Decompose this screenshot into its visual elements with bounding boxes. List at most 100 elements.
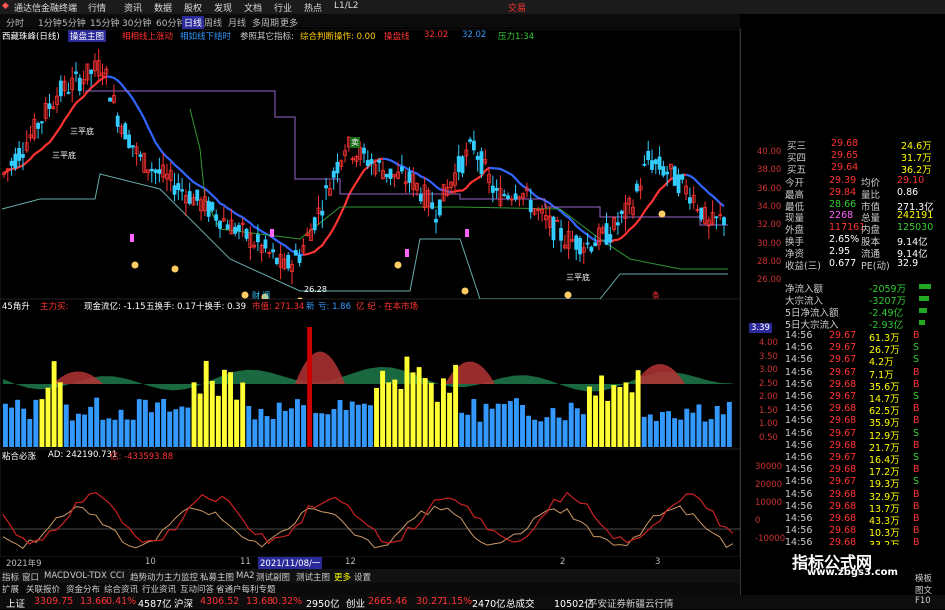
template-tab[interactable]: 模板 xyxy=(915,572,932,584)
subtab-related[interactable]: 关联报价 xyxy=(26,583,60,595)
candle-body xyxy=(123,123,128,140)
quote-panel: 40.00 38.00 36.00 34.00 32.00 30.00 28.00 26.00… xyxy=(740,28,945,603)
menu-discover[interactable]: 发现 xyxy=(214,1,232,14)
tick-side: B xyxy=(913,403,920,415)
period-1min[interactable]: 1分钟 xyxy=(38,16,62,29)
tab-more[interactable]: 更多 xyxy=(334,571,351,583)
period-intraday[interactable]: 分时 xyxy=(6,16,24,29)
candle-body xyxy=(225,224,230,230)
period-15min[interactable]: 15分钟 xyxy=(90,16,119,29)
subtab-fund[interactable]: 资金分布 xyxy=(66,583,100,595)
period-multi[interactable]: 多周期 xyxy=(252,16,279,29)
ind-item-3: 综合判断操作: 0.00 xyxy=(300,32,376,42)
period-5min[interactable]: 5分钟 xyxy=(62,16,86,29)
menu-docs[interactable]: 文档 xyxy=(244,1,262,14)
signal-dot xyxy=(658,210,666,218)
candle-body xyxy=(699,207,704,220)
tab-private[interactable]: 私募主图 xyxy=(200,571,234,583)
period-monthly[interactable]: 月线 xyxy=(228,16,246,29)
candle-body xyxy=(680,174,685,180)
menu-market[interactable]: 行情 xyxy=(88,1,106,14)
f10-tab[interactable]: 图文F10 xyxy=(915,584,945,606)
sub1-axis-label: 2.00 xyxy=(759,392,778,402)
support-line xyxy=(1,173,728,299)
tick-time: 14:56 xyxy=(785,391,813,402)
candlestick-chart[interactable] xyxy=(0,29,740,299)
candle-body xyxy=(642,163,647,166)
subtab-special[interactable]: 省通户每利专题 xyxy=(216,583,276,595)
candle-body xyxy=(551,216,556,241)
status-bar: 上证 3309.75 13.66 0.41% 4587亿 沪深 4306.52 13.68 0.… xyxy=(0,595,945,610)
volume-bar xyxy=(428,382,434,447)
candle-body xyxy=(130,145,135,148)
menu-hotspot[interactable]: 热点 xyxy=(304,1,322,14)
tab-settings[interactable]: 设置 xyxy=(354,571,371,583)
subtab-extend[interactable]: 扩展 xyxy=(2,583,19,595)
sub2-item-1: 亿: -433593.88 xyxy=(110,452,174,462)
volume-bar xyxy=(526,415,532,447)
tab-window[interactable]: 窗口 xyxy=(22,571,39,583)
candle-body xyxy=(479,151,484,175)
stat-value: 2.95 xyxy=(829,245,851,257)
status-item: 沪深 xyxy=(174,599,194,610)
menu-level[interactable]: L1/L2 xyxy=(334,1,359,11)
tab-test-main[interactable]: 测试主图 xyxy=(296,571,330,583)
tick-side: S xyxy=(913,354,920,366)
tick-price: 29.68 xyxy=(829,525,857,537)
tab-cci[interactable]: CCI xyxy=(110,571,124,581)
tick-side: S xyxy=(913,476,920,488)
tick-price: 29.67 xyxy=(829,330,857,341)
candle-body xyxy=(665,171,670,175)
volume-bar xyxy=(611,385,617,447)
tab-vol[interactable]: VOL-TDX xyxy=(70,571,107,581)
sub2-axis-label: 10000 xyxy=(755,498,783,508)
main-indicator-name[interactable]: 操盘主图 xyxy=(68,30,107,42)
menu-news[interactable]: 资讯 xyxy=(124,1,142,14)
menu-industry[interactable]: 行业 xyxy=(274,1,292,14)
sub2-name[interactable]: 粘合必涨 xyxy=(2,450,36,462)
volume-bar xyxy=(556,417,562,447)
period-daily[interactable]: 日线 xyxy=(182,16,205,29)
volume-bar xyxy=(483,403,489,447)
tick-time: 14:56 xyxy=(785,513,813,524)
tab-test-sub[interactable]: 测试副图 xyxy=(256,571,290,583)
tab-macd[interactable]: MACD xyxy=(44,571,69,581)
volume-bar xyxy=(307,327,313,447)
volume-bar xyxy=(720,414,726,447)
status-item: 0.32% xyxy=(272,596,303,607)
volume-bar xyxy=(222,369,227,447)
subtab-news[interactable]: 综合资讯 xyxy=(104,583,138,595)
period-more[interactable]: 更多 xyxy=(280,16,298,29)
ad-indicator-chart[interactable] xyxy=(0,449,740,557)
volume-bar xyxy=(124,419,130,447)
volume-bar xyxy=(447,392,452,447)
ind-item-4: 操盘线 xyxy=(384,32,410,42)
tab-ma2[interactable]: MA2 xyxy=(236,571,255,581)
menu-data[interactable]: 数据 xyxy=(154,1,172,14)
menu-equity[interactable]: 股权 xyxy=(184,1,202,14)
price-axis-label: 40.00 xyxy=(757,147,782,157)
volume-indicator-chart[interactable] xyxy=(0,299,740,449)
candle-body xyxy=(172,185,177,195)
tab-monitor[interactable]: 主力监控 xyxy=(164,571,198,583)
menu-trade[interactable]: 交易 xyxy=(508,1,526,14)
volume-bar xyxy=(9,407,14,447)
flow-bar xyxy=(919,320,925,325)
status-item: 平安证券新疆云行情 xyxy=(588,599,674,610)
status-item: 0.41% xyxy=(106,596,137,607)
period-30min[interactable]: 30分钟 xyxy=(122,16,151,29)
tab-indicator[interactable]: 指标 xyxy=(2,571,19,583)
status-item: 4587亿 xyxy=(138,599,172,610)
volume-bar xyxy=(702,421,708,447)
sub1-name[interactable]: 45角升 xyxy=(2,300,30,312)
period-weekly[interactable]: 周线 xyxy=(204,16,222,29)
stat-value: 29.39 xyxy=(829,175,857,186)
tab-trend[interactable]: 趋势动力 xyxy=(130,571,164,583)
volume-bar xyxy=(112,419,118,447)
flow-bar xyxy=(919,284,931,289)
subtab-qa[interactable]: 互动问答 xyxy=(180,583,214,595)
subtab-industry[interactable]: 行业资讯 xyxy=(142,583,176,595)
volume-bar xyxy=(562,420,568,447)
candle-body xyxy=(634,183,639,192)
candle-body xyxy=(388,168,393,179)
